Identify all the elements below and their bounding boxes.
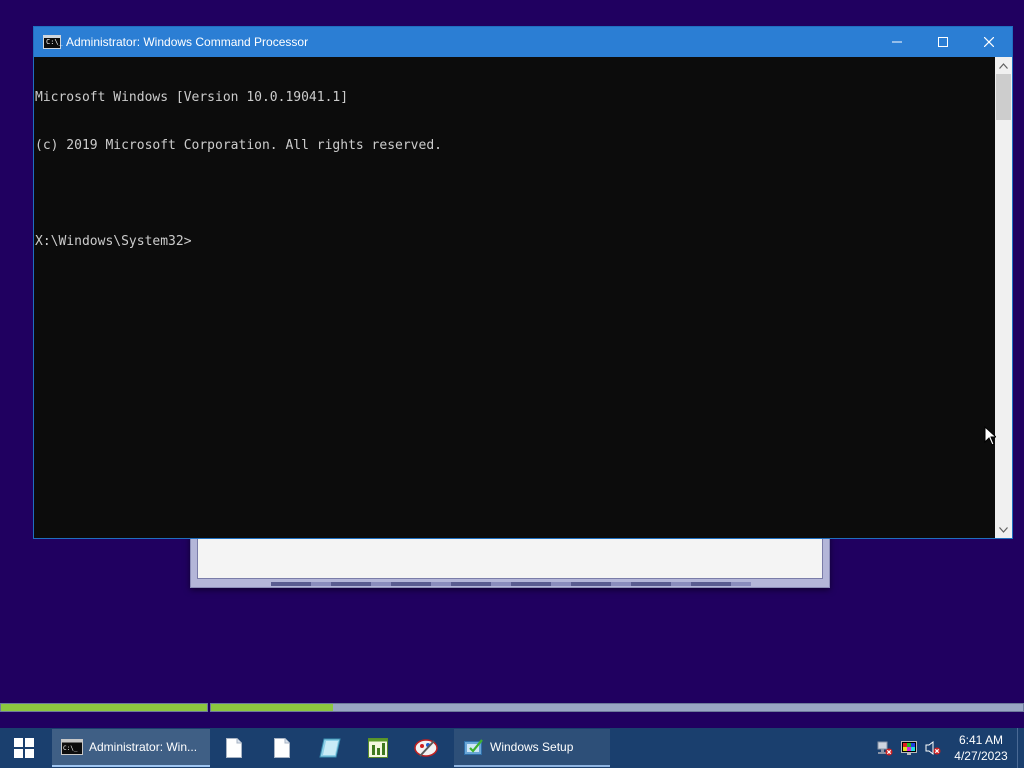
close-icon [984, 37, 994, 47]
window-title: Administrator: Windows Command Processor [66, 35, 309, 49]
setup-window-border-decoration [271, 582, 751, 586]
console-line: (c) 2019 Microsoft Corporation. All righ… [35, 138, 442, 153]
start-button[interactable] [0, 728, 48, 768]
taskbar-pinned-document-2[interactable] [258, 728, 306, 768]
progress-fill [211, 704, 333, 711]
chevron-down-icon [999, 526, 1008, 533]
taskbar-pinned-document-1[interactable] [210, 728, 258, 768]
setup-icon [464, 739, 483, 755]
maximize-button[interactable] [920, 27, 966, 57]
display-color-icon [901, 741, 917, 755]
taskbar-button-windows-setup[interactable]: Windows Setup [454, 729, 610, 767]
registry-editor-icon [368, 738, 388, 758]
svg-text:C:\_: C:\_ [63, 745, 78, 752]
scrollbar-thumb[interactable] [996, 74, 1011, 120]
progress-fill [1, 704, 207, 711]
clock-date: 4/27/2023 [954, 749, 1008, 763]
taskbar-pinned-registry-editor[interactable] [354, 728, 402, 768]
windows-logo-icon [14, 738, 34, 758]
console-line: Microsoft Windows [Version 10.0.19041.1] [35, 90, 349, 105]
command-prompt-window: C:\_ Administrator: Windows Command Proc… [33, 26, 1013, 539]
document-icon [274, 738, 290, 758]
taskbar-clock[interactable]: 6:41 AM 4/27/2023 [945, 728, 1017, 768]
mouse-cursor-icon [984, 426, 996, 446]
taskbar-pinned-paint[interactable] [402, 728, 450, 768]
cmd-icon: C:\_ [61, 739, 83, 755]
volume-muted-icon [925, 741, 941, 755]
window-titlebar[interactable]: C:\_ Administrator: Windows Command Proc… [34, 27, 1012, 57]
minimize-icon [892, 41, 902, 43]
taskbar-button-cmd[interactable]: C:\_ Administrator: Win... [52, 729, 210, 767]
paint-icon [414, 739, 438, 757]
scroll-up-button[interactable] [995, 57, 1012, 74]
vertical-scrollbar[interactable] [995, 57, 1012, 538]
network-error-icon [877, 741, 893, 756]
console-output[interactable]: Microsoft Windows [Version 10.0.19041.1]… [34, 57, 995, 538]
tray-display[interactable] [897, 728, 921, 768]
taskbar-button-label: Windows Setup [490, 740, 574, 754]
taskbar-button-label: Administrator: Win... [89, 740, 198, 754]
cmd-icon: C:\_ [43, 35, 63, 49]
notepad-icon [319, 738, 341, 758]
chevron-up-icon [999, 62, 1008, 69]
console-prompt: X:\Windows\System32> [35, 234, 192, 249]
close-button[interactable] [966, 27, 1012, 57]
tray-network[interactable] [873, 728, 897, 768]
clock-time: 6:41 AM [958, 733, 1004, 747]
minimize-button[interactable] [874, 27, 920, 57]
setup-progress-bar-installing [210, 703, 1024, 712]
tray-volume[interactable] [921, 728, 945, 768]
taskbar-pinned-notepad[interactable] [306, 728, 354, 768]
show-desktop-button[interactable] [1017, 728, 1024, 768]
scroll-down-button[interactable] [995, 521, 1012, 538]
system-tray: 6:41 AM 4/27/2023 [873, 728, 1024, 768]
document-icon [226, 738, 242, 758]
taskbar: C:\_ Administrator: Win... Windows Setup… [0, 728, 1024, 768]
maximize-icon [938, 37, 948, 47]
setup-progress-bar-collecting [0, 703, 208, 712]
setup-progress-area [0, 700, 1024, 714]
